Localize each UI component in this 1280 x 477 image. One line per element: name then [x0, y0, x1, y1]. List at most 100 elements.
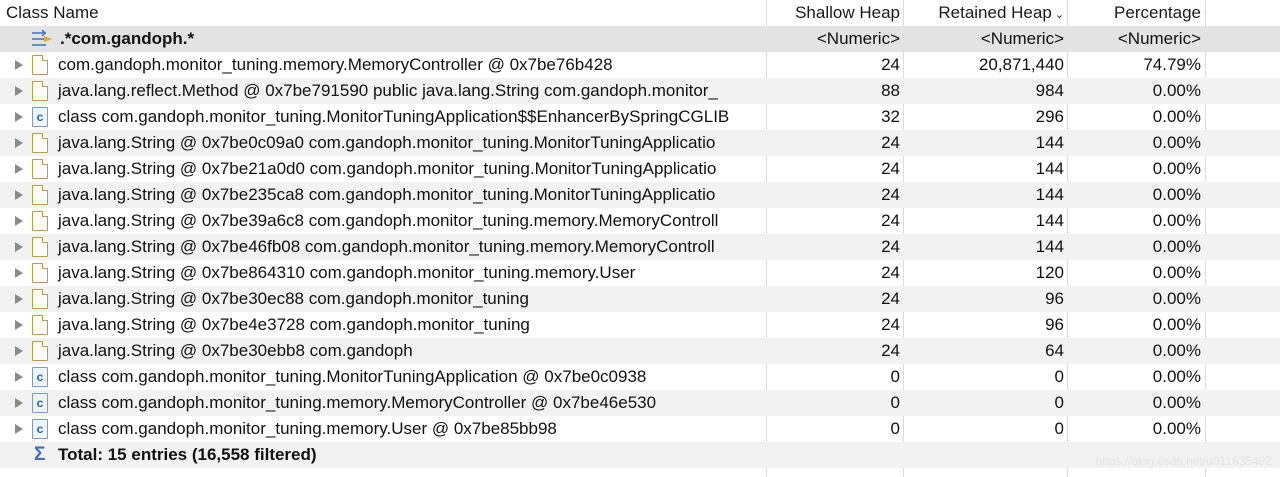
expand-triangle-icon[interactable] [15, 320, 23, 330]
class-name-cell[interactable]: c class com.gandoph.monitor_tuning.Monito… [0, 364, 765, 390]
class-name-cell[interactable]: java.lang.String @ 0x7be21a0d0 com.gando… [0, 156, 765, 182]
sigma-icon: Σ [34, 444, 46, 465]
expand-triangle-icon[interactable] [15, 86, 23, 96]
class-c-icon: c [32, 367, 48, 387]
column-header-class-name[interactable]: Class Name [6, 0, 99, 26]
filter-retained-input[interactable]: <Numeric> [907, 26, 1064, 52]
filter-percentage-input[interactable]: <Numeric> [1070, 26, 1201, 52]
percentage-cell: 0.00% [1152, 289, 1201, 308]
expand-triangle-icon[interactable] [15, 216, 23, 226]
retained-heap-cell: 20,871,440 [978, 55, 1064, 74]
class-c-icon: c [32, 419, 48, 439]
shallow-heap-cell: 24 [881, 159, 900, 178]
class-name-cell[interactable]: c class com.gandoph.monitor_tuning.memory… [0, 416, 765, 442]
class-name-cell[interactable]: java.lang.String @ 0x7be235ca8 com.gando… [0, 182, 765, 208]
expand-triangle-icon[interactable] [15, 60, 23, 70]
class-name-label: com.gandoph.monitor_tuning.memory.Memory… [58, 55, 613, 74]
expand-triangle-icon[interactable] [15, 294, 23, 304]
table-row[interactable]: java.lang.String @ 0x7be235ca8 com.gando… [0, 182, 1280, 208]
class-name-cell[interactable]: java.lang.String @ 0x7be0c09a0 com.gando… [0, 130, 765, 156]
retained-heap-cell: 144 [1035, 211, 1064, 230]
percentage-cell: 0.00% [1152, 81, 1201, 100]
table-row[interactable]: java.lang.reflect.Method @ 0x7be791590 p… [0, 78, 1280, 104]
table-row[interactable]: c class com.gandoph.monitor_tuning.memory… [0, 416, 1280, 442]
percentage-cell: 0.00% [1152, 341, 1201, 360]
percentage-cell: 0.00% [1152, 393, 1201, 412]
shallow-heap-cell: 24 [881, 55, 900, 74]
retained-heap-cell: 0 [1054, 367, 1064, 386]
expand-triangle-icon[interactable] [15, 372, 23, 382]
retained-heap-cell: 296 [1035, 107, 1064, 126]
table-row[interactable]: java.lang.String @ 0x7be30ec88 com.gando… [0, 286, 1280, 312]
filter-pattern-input[interactable]: .*com.gandoph.* [60, 26, 194, 52]
column-header-retained-heap-label: Retained Heap [938, 3, 1052, 22]
class-name-label: class com.gandoph.monitor_tuning.Monitor… [58, 367, 647, 386]
column-header-percentage[interactable]: Percentage [1070, 0, 1201, 26]
class-name-label: java.lang.String @ 0x7be864310 com.gando… [58, 263, 636, 282]
retained-heap-cell: 120 [1035, 263, 1064, 282]
filter-name-cell[interactable]: .*com.gandoph.* [0, 26, 765, 52]
percentage-cell: 0.00% [1152, 419, 1201, 438]
class-name-label: class com.gandoph.monitor_tuning.memory.… [58, 419, 557, 438]
expand-triangle-icon[interactable] [15, 268, 23, 278]
class-name-cell[interactable]: c class com.gandoph.monitor_tuning.memory… [0, 390, 765, 416]
object-file-icon [32, 237, 48, 257]
object-file-icon [32, 159, 48, 179]
retained-heap-cell: 64 [1045, 341, 1064, 360]
percentage-cell: 0.00% [1152, 315, 1201, 334]
expand-triangle-icon[interactable] [15, 138, 23, 148]
table-row[interactable]: com.gandoph.monitor_tuning.memory.Memory… [0, 52, 1280, 78]
class-name-cell[interactable]: java.lang.reflect.Method @ 0x7be791590 p… [0, 78, 765, 104]
expand-triangle-icon[interactable] [15, 398, 23, 408]
percentage-cell: 0.00% [1152, 133, 1201, 152]
table-row[interactable]: java.lang.String @ 0x7be39a6c8 com.gando… [0, 208, 1280, 234]
table-row[interactable]: c class com.gandoph.monitor_tuning.Monito… [0, 364, 1280, 390]
class-name-cell[interactable]: java.lang.String @ 0x7be4e3728 com.gando… [0, 312, 765, 338]
filter-shallow-input[interactable]: <Numeric> [770, 26, 900, 52]
histogram-table-body: .*com.gandoph.* <Numeric> <Numeric> <Num… [0, 26, 1280, 468]
table-row[interactable]: java.lang.String @ 0x7be30ebb8 com.gando… [0, 338, 1280, 364]
table-row[interactable]: java.lang.String @ 0x7be46fb08 com.gando… [0, 234, 1280, 260]
table-row[interactable]: c class com.gandoph.monitor_tuning.Monito… [0, 104, 1280, 130]
class-name-label: java.lang.String @ 0x7be235ca8 com.gando… [58, 185, 716, 204]
table-row[interactable]: java.lang.String @ 0x7be21a0d0 com.gando… [0, 156, 1280, 182]
class-name-cell[interactable]: java.lang.String @ 0x7be30ebb8 com.gando… [0, 338, 765, 364]
expand-triangle-icon[interactable] [15, 424, 23, 434]
table-row[interactable]: c class com.gandoph.monitor_tuning.memory… [0, 390, 1280, 416]
class-name-cell[interactable]: c class com.gandoph.monitor_tuning.Monito… [0, 104, 765, 130]
expand-triangle-icon[interactable] [15, 190, 23, 200]
class-name-cell[interactable]: java.lang.String @ 0x7be39a6c8 com.gando… [0, 208, 765, 234]
object-file-icon [32, 211, 48, 231]
object-file-icon [32, 185, 48, 205]
object-file-icon [32, 341, 48, 361]
table-header: Class Name Shallow Heap Retained Heap ⌄ P… [0, 0, 1280, 27]
class-c-icon: c [32, 393, 48, 413]
shallow-heap-cell: 24 [881, 341, 900, 360]
column-header-shallow-heap[interactable]: Shallow Heap [770, 0, 900, 26]
class-name-cell[interactable]: com.gandoph.monitor_tuning.memory.Memory… [0, 52, 765, 78]
expand-triangle-icon[interactable] [15, 164, 23, 174]
retained-heap-cell: 144 [1035, 185, 1064, 204]
shallow-heap-cell: 88 [881, 81, 900, 100]
class-name-label: java.lang.reflect.Method @ 0x7be791590 p… [58, 81, 718, 100]
table-row[interactable]: java.lang.String @ 0x7be4e3728 com.gando… [0, 312, 1280, 338]
table-row[interactable]: java.lang.String @ 0x7be864310 com.gando… [0, 260, 1280, 286]
expand-triangle-icon[interactable] [15, 346, 23, 356]
percentage-cell: 0.00% [1152, 237, 1201, 256]
expand-triangle-icon[interactable] [15, 112, 23, 122]
class-name-cell[interactable]: java.lang.String @ 0x7be30ec88 com.gando… [0, 286, 765, 312]
shallow-heap-cell: 24 [881, 133, 900, 152]
class-name-label: java.lang.String @ 0x7be21a0d0 com.gando… [58, 159, 717, 178]
class-name-cell[interactable]: java.lang.String @ 0x7be46fb08 com.gando… [0, 234, 765, 260]
filter-row[interactable]: .*com.gandoph.* <Numeric> <Numeric> <Num… [0, 26, 1280, 52]
shallow-heap-cell: 24 [881, 289, 900, 308]
table-row[interactable]: java.lang.String @ 0x7be0c09a0 com.gando… [0, 130, 1280, 156]
expand-triangle-icon[interactable] [15, 242, 23, 252]
percentage-cell: 0.00% [1152, 107, 1201, 126]
class-name-label: java.lang.String @ 0x7be39a6c8 com.gando… [58, 211, 719, 230]
object-file-icon [32, 55, 48, 75]
class-name-cell[interactable]: java.lang.String @ 0x7be864310 com.gando… [0, 260, 765, 286]
object-file-icon [32, 315, 48, 335]
shallow-heap-cell: 24 [881, 237, 900, 256]
column-header-retained-heap[interactable]: Retained Heap ⌄ [907, 0, 1064, 26]
